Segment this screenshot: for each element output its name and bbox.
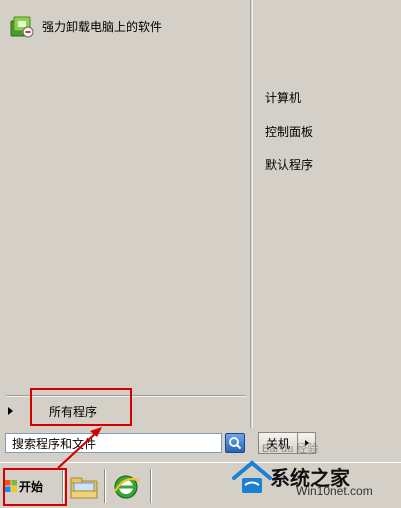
all-programs-button[interactable]: 所有程序 bbox=[0, 398, 250, 424]
taskbar-separator bbox=[150, 469, 152, 503]
screen: 强力卸载电脑上的软件 所有程序 计算机 控制面板 默认程序 关机 bbox=[0, 0, 401, 508]
search-button[interactable] bbox=[225, 433, 245, 453]
house-logo-icon bbox=[232, 460, 272, 493]
start-menu-left-pane: 强力卸载电脑上的软件 所有程序 bbox=[0, 0, 251, 428]
watermark-site: Win10net.com bbox=[296, 484, 373, 498]
search-icon bbox=[229, 437, 242, 450]
start-menu-right-pane: 计算机 控制面板 默认程序 bbox=[252, 0, 401, 428]
pinned-program-label: 强力卸载电脑上的软件 bbox=[42, 19, 163, 34]
internet-explorer-icon[interactable] bbox=[110, 471, 142, 503]
all-programs-label: 所有程序 bbox=[49, 404, 98, 419]
right-item-control-panel[interactable]: 控制面板 bbox=[265, 123, 313, 140]
right-item-computer[interactable]: 计算机 bbox=[265, 89, 301, 106]
start-label: 开始 bbox=[19, 479, 44, 494]
taskbar-separator bbox=[62, 469, 64, 503]
taskbar-separator bbox=[104, 469, 106, 503]
windows-logo-icon bbox=[5, 480, 17, 492]
search-box bbox=[5, 432, 247, 454]
watermark-baidu: Bai du 经验 bbox=[262, 443, 319, 455]
windows-explorer-icon[interactable] bbox=[68, 471, 100, 503]
pinned-program-uninstall[interactable]: 强力卸载电脑上的软件 bbox=[8, 12, 238, 40]
uninstall-program-icon bbox=[10, 16, 34, 38]
expand-arrow-icon bbox=[8, 407, 13, 415]
search-input[interactable] bbox=[5, 433, 222, 453]
all-programs-divider bbox=[6, 395, 246, 397]
right-item-default-programs[interactable]: 默认程序 bbox=[265, 156, 313, 173]
start-button[interactable]: 开始 bbox=[3, 472, 59, 500]
